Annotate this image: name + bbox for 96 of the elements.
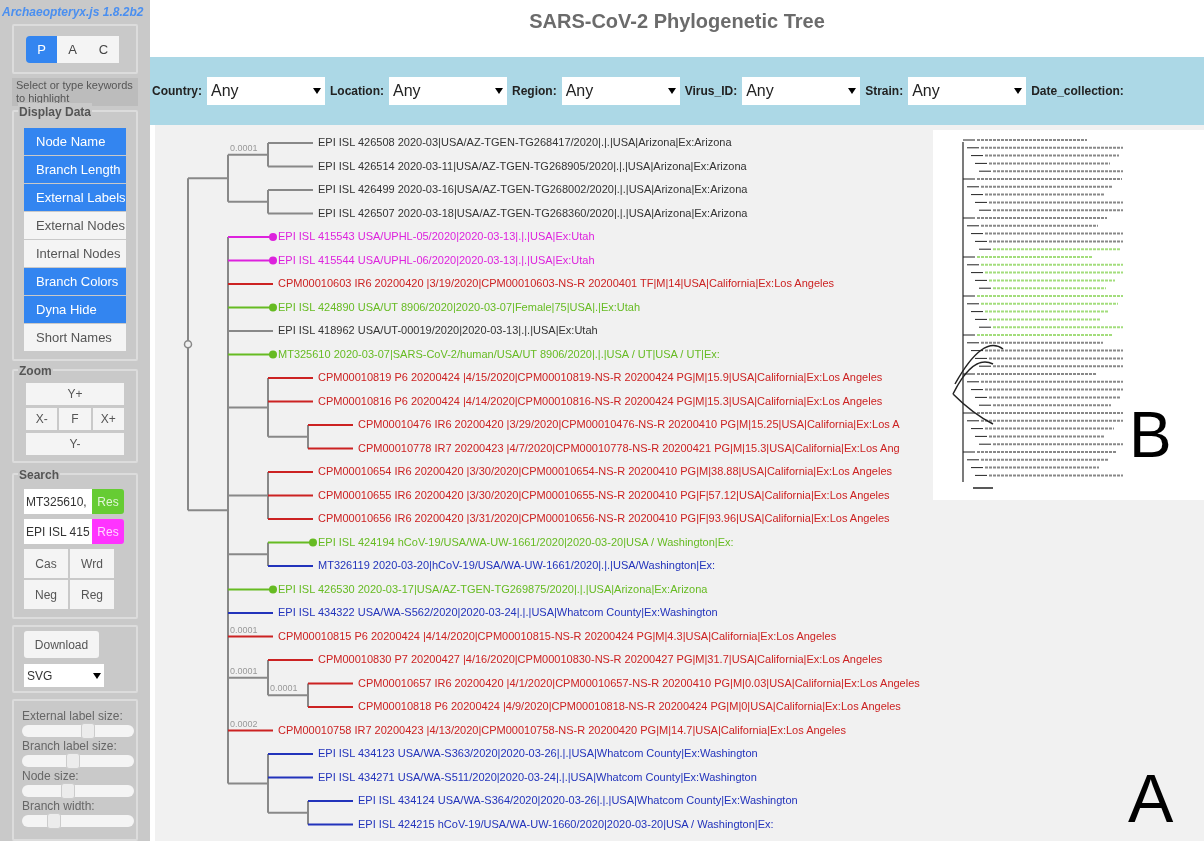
filter-label: Strain: (865, 83, 904, 100)
leaf-label[interactable]: EPI ISL 434124 USA/WA-S364/2020|2020-03-26|.|.|USA|Whatcom County|Ex:Washington (358, 793, 798, 807)
group-legend: Display Data (18, 103, 93, 121)
branch-length-label: 0.0002 (230, 718, 258, 729)
caret-icon (93, 672, 101, 679)
leaf-label[interactable]: EPI ISL 426514 2020-03-11|USA/AZ-TGEN-TG268905/2020|.|.|USA|Arizona|Ex:Arizona (318, 158, 747, 173)
view-tab[interactable]: A (57, 36, 88, 63)
leaf-label[interactable]: EPI ISL 426508 2020-03|USA/AZ-TGEN-TG268417/2020|.|.|USA|Arizona|Ex:Arizona (318, 135, 732, 149)
leaf-label[interactable]: CPM00010657 IR6 20200420 |4/1/2020|CPM00010657-NS-R 20200410 PG|M|0.03|USA|California|Ex:Los Angeles (358, 675, 920, 690)
toggle-button[interactable]: Node Name (24, 128, 126, 155)
filter-dropdown[interactable]: Any (389, 77, 507, 105)
panel-label: B (1129, 400, 1172, 470)
option-button[interactable]: Cas (24, 549, 68, 578)
download-button[interactable]: Download (24, 631, 99, 658)
filter-dropdown[interactable]: Any (908, 77, 1027, 105)
filter-dropdown[interactable]: Any (207, 77, 325, 105)
view-tab[interactable]: P (26, 36, 57, 63)
filter-label: Virus_ID: (684, 83, 738, 100)
filter-label: Region: (512, 83, 557, 100)
slider-label: External label size: (22, 709, 124, 723)
leaf-label[interactable]: EPI ISL 434271 USA/WA-S511/2020|2020-03-24|.|.|USA|Whatcom County|Ex:Washington (318, 769, 757, 784)
node-dot[interactable] (269, 585, 277, 594)
leaf-label[interactable]: CPM00010816 P6 20200424 |4/14/2020|CPM00010816-NS-R 20200424 PG|M|15.3|USA|California|Ex:Los Angeles (318, 393, 883, 408)
option-button[interactable]: Neg (24, 580, 68, 609)
caret-icon (667, 88, 676, 94)
option-button[interactable]: Wrd (70, 549, 114, 578)
search-field[interactable]: MT325610, (24, 489, 92, 514)
zoom-button[interactable]: X- (26, 408, 58, 430)
node-dot[interactable] (269, 350, 277, 359)
leaf-label[interactable]: MT326119 2020-03-20|hCoV-19/USA/WA-UW-1661/2020|.|.|USA/Washington|Ex: (318, 558, 716, 572)
leaf-label[interactable]: EPI ISL 415544 USA/UPHL-06/2020|2020-03-13|.|.|USA|Ex:Utah (278, 252, 595, 267)
filter-label: Location: (330, 83, 384, 100)
branch-length-label: 0.0001 (230, 142, 258, 153)
slider-track[interactable] (22, 755, 134, 767)
leaf-label[interactable]: CPM00010655 IR6 20200420 |3/30/2020|CPM00010655-NS-R 20200410 PG|F|57.12|USA|California|Ex:Los Angeles (318, 487, 890, 502)
node-dot[interactable] (309, 538, 317, 547)
zoom-button[interactable]: Y+ (26, 383, 124, 405)
view-tab[interactable]: C (88, 36, 119, 63)
slider-thumb[interactable] (80, 723, 95, 739)
filter-dropdown[interactable]: Any (561, 77, 680, 105)
toggle-button[interactable]: External Labels (24, 184, 126, 211)
leaf-label[interactable]: EPI ISL 415543 USA/UPHL-05/2020|2020-03-13|.|.|USA|Ex:Utah (278, 229, 595, 243)
slider-label: Branch label size: (22, 739, 118, 753)
app-title: Archaeopteryx.js 1.8.2b2 (2, 4, 144, 20)
slider-thumb[interactable] (66, 753, 81, 769)
caret-icon (313, 88, 321, 94)
caret-icon (495, 88, 503, 94)
leaf-label[interactable]: EPI ISL 424215 hCoV-19/USA/WA-UW-1660/2020|2020-03-20|USA / Washington|Ex: (358, 816, 774, 831)
leaf-label[interactable]: CPM00010819 P6 20200424 |4/15/2020|CPM00010819-NS-R 20200424 PG|M|15.9|USA|California|Ex:Los Angeles (318, 370, 883, 384)
leaf-label[interactable]: CPM00010476 IR6 20200420 |3/29/2020|CPM00010476-NS-R 20200410 PG|M|15.25|USA|California|Ex:Los A (358, 417, 900, 431)
toggle-button[interactable]: Internal Nodes (24, 240, 126, 267)
leaf-label[interactable]: CPM00010830 P7 20200427 |4/16/2020|CPM00010830-NS-R 20200427 PG|M|31.7|USA|California|Ex:Los Angeles (318, 652, 883, 666)
leaf-label[interactable]: EPI ISL 426499 2020-03-16|USA/AZ-TGEN-TG268002/2020|.|.|USA|Arizona|Ex:Arizona (318, 182, 748, 196)
node-dot[interactable] (269, 256, 277, 265)
slider-track[interactable] (22, 785, 134, 797)
branch-length-label: 0.0001 (230, 665, 258, 676)
caret-icon (1014, 88, 1023, 94)
format-dropdown[interactable]: SVG (24, 664, 104, 687)
branch-length-label: 0.0001 (270, 683, 298, 694)
slider-track[interactable] (22, 815, 134, 827)
leaf-label[interactable]: CPM00010656 IR6 20200420 |3/31/2020|CPM00010656-NS-R 20200410 PG|F|93.96|USA|California|Ex:Los Angeles (318, 511, 890, 525)
slider-track[interactable] (22, 725, 134, 737)
leaf-label[interactable]: CPM00010654 IR6 20200420 |3/30/2020|CPM00010654-NS-R 20200410 PG|M|38.88|USA|California|Ex:Los Angeles (318, 464, 893, 478)
leaf-label[interactable]: EPI ISL 434322 USA/WA-S562/2020|2020-03-24|.|.|USA|Whatcom County|Ex:Washington (278, 605, 718, 619)
zoom-button[interactable]: X+ (92, 408, 124, 430)
option-button[interactable]: Reg (70, 580, 114, 609)
node-dot[interactable] (269, 303, 277, 312)
slider-label: Branch width: (22, 799, 96, 813)
filter-dropdown[interactable]: Any (742, 77, 861, 105)
zoom-button[interactable]: Y- (26, 433, 124, 455)
node-dot[interactable] (269, 233, 277, 241)
zoom-button[interactable]: F (59, 408, 91, 430)
root-node[interactable] (183, 339, 193, 349)
toggle-button[interactable]: Branch Colors (24, 268, 126, 295)
leaf-label[interactable]: CPM00010815 P6 20200424 |4/14/2020|CPM00010815-NS-R 20200424 PG|M|4.3|USA|California|Ex:Los Angeles (278, 628, 837, 643)
leaf-label[interactable]: CPM00010818 P6 20200424 |4/9/2020|CPM00010818-NS-R 20200424 PG|M|0|USA|California|Ex:Los Angeles (358, 699, 901, 713)
search-field[interactable]: EPI ISL 415 (24, 519, 92, 544)
caret-icon (848, 88, 857, 94)
panel-label: A (1128, 760, 1174, 836)
leaf-label[interactable]: EPI ISL 426507 2020-03-18|USA/AZ-TGEN-TG268360/2020|.|.|USA|Arizona|Ex:Arizona (318, 205, 748, 220)
leaf-label[interactable]: CPM00010758 IR7 20200423 |4/13/2020|CPM00010758-NS-R 20200420 PG|M|14.7|USA|California|Ex:Los Angeles (278, 722, 846, 737)
leaf-label[interactable]: CPM00010603 IR6 20200420 |3/19/2020|CPM00010603-NS-R 20200401 TF|M|14|USA|California|Ex:Los Angeles (278, 276, 835, 290)
filter-label: Date_collection: (1031, 83, 1124, 100)
slider-thumb[interactable] (46, 813, 61, 829)
toggle-button[interactable]: Dyna Hide (24, 296, 126, 323)
branch-length-label: 0.0001 (230, 624, 258, 635)
leaf-label[interactable]: EPI ISL 434123 USA/WA-S363/2020|2020-03-26|.|.|USA|Whatcom County|Ex:Washington (318, 746, 758, 760)
leaf-label[interactable]: CPM00010778 IR7 20200423 |4/7/2020|CPM00010778-NS-R 20200421 PG|M|15.3|USA|California|Ex:Los Ang (358, 440, 900, 455)
toggle-button[interactable]: External Nodes (24, 212, 126, 239)
page-title: SARS-CoV-2 Phylogenetic Tree (529, 10, 825, 32)
leaf-label[interactable]: EPI ISL 418962 USA/UT-00019/2020|2020-03-13|.|.|USA|Ex:Utah (278, 323, 598, 337)
toggle-button[interactable]: Branch Length (24, 156, 126, 183)
slider-label: Node size: (22, 769, 80, 783)
toggle-button[interactable]: Short Names (24, 324, 126, 351)
slider-thumb[interactable] (61, 783, 76, 799)
filter-label: Country: (152, 83, 202, 100)
